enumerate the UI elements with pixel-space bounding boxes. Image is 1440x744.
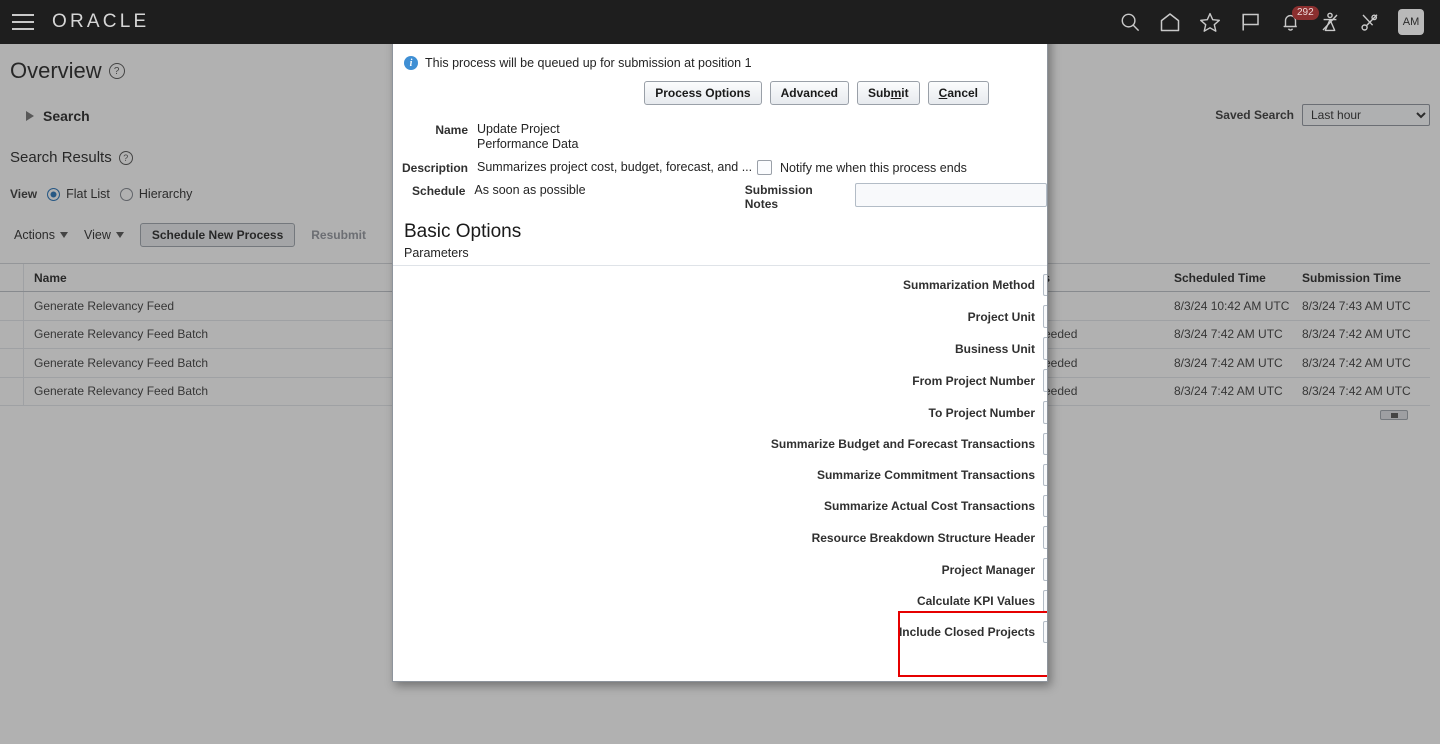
notify-checkbox[interactable]	[757, 160, 772, 175]
project-manager-control	[1043, 558, 1047, 581]
favorites-star-icon[interactable]	[1190, 0, 1230, 44]
summarize-commitment-transactions-select[interactable]: YesNo	[1043, 464, 1047, 486]
summarization-method-control: Incremental	[1043, 274, 1047, 296]
resource-breakdown-structure-header-control	[1043, 526, 1047, 549]
parameter-row-summarize-commitment-transactions: Summarize Commitment Transactions YesNo	[393, 464, 1047, 486]
notifications-bell-icon[interactable]: 292	[1270, 0, 1319, 44]
summarize-budget-and-forecast-transactions-control: YesNo	[1043, 433, 1047, 455]
description-value: Summarizes project cost, budget, forecas…	[477, 160, 753, 174]
flag-icon[interactable]	[1230, 0, 1270, 44]
summarize-commitment-transactions-label: Summarize Commitment Transactions	[816, 468, 1035, 482]
project-unit-input[interactable]	[1044, 306, 1047, 327]
calculate-kpi-values-select[interactable]: YesNo	[1043, 590, 1047, 612]
calculate-kpi-values-label: Calculate KPI Values	[916, 594, 1035, 608]
basic-options-heading: Basic Options	[404, 221, 522, 242]
summary-row-schedule: Schedule As soon as possible Submission …	[393, 183, 1047, 211]
to-project-number-label: To Project Number	[928, 405, 1035, 420]
home-icon[interactable]	[1150, 0, 1190, 44]
resource-breakdown-structure-header-input[interactable]	[1044, 527, 1047, 548]
resource-breakdown-structure-header-label: Resource Breakdown Structure Header	[811, 530, 1035, 545]
dialog-info-message: i This process will be queued up for sub…	[393, 47, 1047, 70]
parameter-row-from-project-number: From Project Number	[393, 369, 1047, 392]
business-unit-control	[1043, 337, 1047, 360]
parameter-row-business-unit: Business Unit	[393, 337, 1047, 360]
project-manager-lov[interactable]	[1043, 558, 1047, 581]
settings-scissors-icon[interactable]	[1350, 0, 1390, 44]
process-details-dialog: Process Details × i This process will be…	[392, 22, 1048, 682]
to-project-number-input[interactable]	[1043, 401, 1047, 424]
project-manager-input[interactable]	[1044, 559, 1047, 580]
dialog-summary: Name Update Project Performance Data Des…	[393, 105, 1047, 211]
notify-checkbox-group[interactable]: Notify me when this process ends	[757, 160, 967, 175]
parameter-row-project-manager: Project Manager	[393, 558, 1047, 581]
parameter-row-resource-breakdown-structure-header: Resource Breakdown Structure Header	[393, 526, 1047, 549]
parameter-row-include-closed-projects: Include Closed Projects YesNo	[393, 621, 1047, 643]
global-header: ORACLE 292 AM	[0, 0, 1440, 44]
from-project-number-input[interactable]	[1043, 369, 1047, 392]
from-project-number-label: From Project Number	[912, 373, 1035, 388]
parameter-row-to-project-number: To Project Number	[393, 401, 1047, 424]
project-unit-lov[interactable]	[1043, 305, 1047, 328]
parameter-row-project-unit: Project Unit	[393, 305, 1047, 328]
submission-notes-label: Submission Notes	[744, 183, 813, 211]
name-label: Name	[435, 123, 468, 137]
business-unit-input[interactable]	[1044, 338, 1047, 359]
parameter-row-summarize-budget-and-forecast-transactions: Summarize Budget and Forecast Transactio…	[393, 433, 1047, 455]
project-unit-control	[1043, 305, 1047, 328]
parameter-row-summarization-method: Summarization Method Incremental	[393, 274, 1047, 296]
project-unit-label: Project Unit	[967, 309, 1035, 324]
parameter-row-calculate-kpi-values: Calculate KPI Values YesNo	[393, 590, 1047, 612]
parameters-heading: Parameters	[393, 246, 1047, 266]
search-icon[interactable]	[1110, 0, 1150, 44]
summarization-method-label: Summarization Method	[902, 278, 1035, 292]
include-closed-projects-label: Include Closed Projects	[898, 625, 1035, 639]
name-value: Update Project Performance Data	[477, 122, 579, 151]
project-manager-label: Project Manager	[941, 562, 1035, 577]
include-closed-projects-select[interactable]: YesNo	[1043, 621, 1047, 643]
info-message-text: This process will be queued up for submi…	[425, 56, 752, 70]
resource-breakdown-structure-header-lov[interactable]	[1043, 526, 1047, 549]
summarization-method-select[interactable]: Incremental	[1043, 274, 1047, 296]
summarize-budget-and-forecast-transactions-label: Summarize Budget and Forecast Transactio…	[770, 437, 1035, 451]
summarize-actual-cost-transactions-control: YesNo	[1043, 495, 1047, 517]
cancel-button[interactable]: Cancel	[927, 81, 989, 105]
calculate-kpi-values-control: YesNo	[1043, 590, 1047, 612]
summarize-actual-cost-transactions-label: Summarize Actual Cost Transactions	[824, 499, 1035, 513]
advanced-button[interactable]: Advanced	[769, 81, 849, 105]
schedule-label: Schedule	[412, 184, 466, 198]
avatar[interactable]: AM	[1398, 9, 1424, 35]
hamburger-icon[interactable]	[12, 14, 34, 30]
include-closed-projects-control: YesNo	[1043, 621, 1047, 643]
description-label: Description	[401, 161, 468, 175]
schedule-value: As soon as possible	[474, 183, 586, 197]
accessibility-icon[interactable]	[1310, 0, 1350, 44]
from-project-number-control	[1043, 369, 1047, 392]
business-unit-label: Business Unit	[954, 341, 1035, 356]
dialog-action-buttons: Process Options Advanced Sub m it Cancel	[393, 70, 1047, 105]
parameters-list: Summarization Method Incremental Project U…	[393, 266, 1047, 643]
business-unit-lov[interactable]	[1043, 337, 1047, 360]
submission-notes-input[interactable]	[854, 183, 1047, 207]
oracle-logo: ORACLE	[52, 11, 150, 32]
info-icon: i	[404, 56, 418, 70]
notify-checkbox-label: Notify me when this process ends	[780, 160, 967, 175]
global-header-icons: 292 AM	[1110, 0, 1440, 44]
submit-button[interactable]: Sub m it	[856, 81, 920, 105]
summarize-commitment-transactions-control: YesNo	[1043, 464, 1047, 486]
process-options-button[interactable]: Process Options	[644, 81, 762, 105]
parameter-row-summarize-actual-cost-transactions: Summarize Actual Cost Transactions YesNo	[393, 495, 1047, 517]
summarize-actual-cost-transactions-select[interactable]: YesNo	[1043, 495, 1047, 517]
to-project-number-control	[1043, 401, 1047, 424]
summary-row-name: Name Update Project Performance Data	[393, 122, 1047, 152]
summary-row-description: Description Summarizes project cost, bud…	[393, 160, 1047, 175]
summarize-budget-and-forecast-transactions-select[interactable]: YesNo	[1043, 433, 1047, 455]
